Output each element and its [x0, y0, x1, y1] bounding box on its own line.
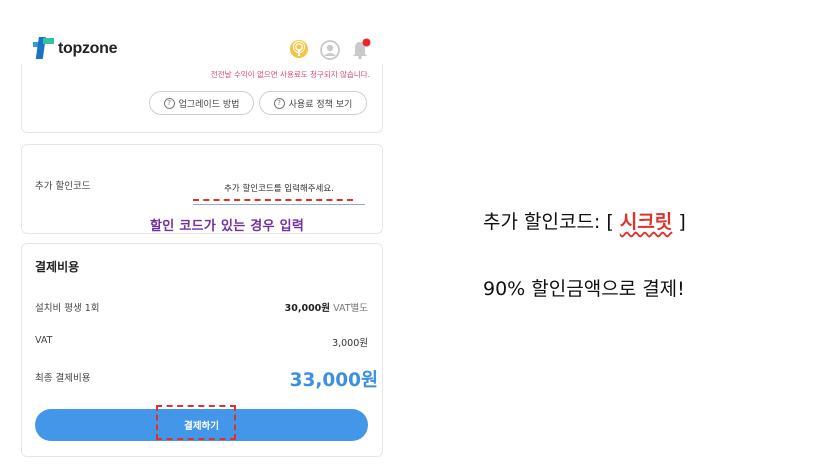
bell-icon[interactable]: [350, 38, 372, 60]
upgrade-guide-button[interactable]: ? 업그레이드 방법: [149, 91, 254, 115]
help-icon: ?: [273, 97, 285, 109]
topzone-logo-icon: [33, 37, 54, 59]
install-fee-label: 설치비 평생 1회: [35, 303, 100, 314]
annotation-discount: 90% 할인금액으로 결제!: [483, 278, 685, 300]
payment-title: 결제비용: [35, 260, 80, 274]
brand-name[interactable]: topzone: [58, 40, 118, 58]
vat-value: 3,000원: [332, 338, 368, 349]
promo-code-input[interactable]: 추가 할인코드를 입력해주세요.: [193, 182, 365, 194]
promo-input-underline: [193, 204, 365, 205]
promo-label: 추가 할인코드: [35, 181, 91, 192]
notification-dot: [362, 38, 371, 47]
usage-policy-button[interactable]: ? 사용료 정책 보기: [259, 91, 367, 115]
secret-code: 시크릿: [619, 211, 673, 233]
total-value: 33,000원: [289, 370, 378, 391]
install-fee-value: 30,000원 VAT별도: [284, 303, 368, 314]
promo-hint: 할인 코드가 있는 경우 입력: [150, 219, 305, 234]
pay-button-highlight: [156, 405, 236, 440]
vat-label: VAT: [35, 335, 53, 346]
usage-notice: 전전날 수익이 없으면 사용료도 청구되지 않습니다.: [210, 70, 370, 79]
total-label: 최종 결제비용: [35, 373, 91, 384]
user-icon[interactable]: [320, 40, 340, 60]
annotation-promo-code: 추가 할인코드: [ 시크릿 ]: [483, 211, 686, 233]
promo-highlight-dash: [193, 199, 353, 201]
help-icon: ?: [163, 97, 175, 109]
podcast-icon[interactable]: [289, 39, 309, 59]
